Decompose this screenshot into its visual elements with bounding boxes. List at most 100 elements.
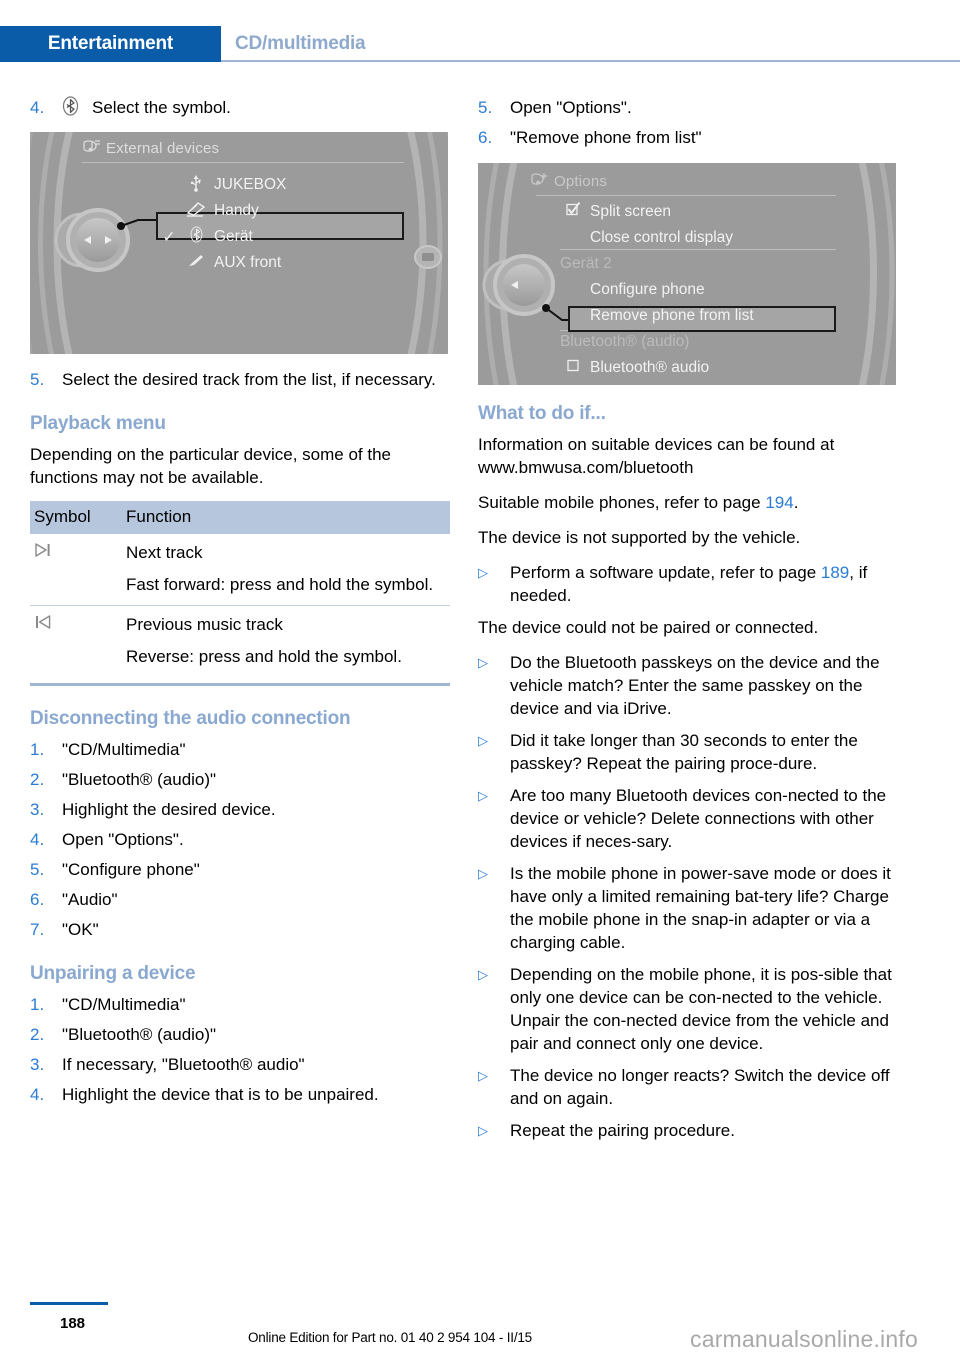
table-cell-function: Next track Fast forward: press and hold … [122,534,450,606]
what-to-do-para-2: Suitable mobile phones, refer to page 19… [478,491,898,514]
step-number: 1. [30,995,45,1014]
step-item: 6. "Remove phone from list" [478,126,898,149]
list-item-label: Configure phone [590,281,705,298]
function-line: Fast forward: press and hold the symbol. [126,575,434,594]
bullet-item: ▷ The device no longer reacts? Switch the… [478,1064,898,1110]
step-text: If necessary, "Bluetooth® audio" [62,1055,305,1074]
list-item-selected[interactable]: Remove phone from list [560,303,840,329]
step-number: 6. [478,128,493,147]
triangle-bullet-icon: ▷ [478,565,488,580]
bullet-text: Is the mobile phone in power-save mode o… [510,864,891,952]
next-track-icon [30,534,122,606]
step-text: Open "Options". [62,830,184,849]
what-to-do-bullet-list-2: ▷ Do the Bluetooth passkeys on the device… [478,651,898,1143]
step-number: 4. [30,830,45,849]
bullet-text: Depending on the mobile phone, it is pos… [510,965,892,1053]
step-text: "Bluetooth® (audio)" [62,1025,217,1044]
what-to-do-para-1: Information on suitable devices can be f… [478,435,835,477]
section-heading-unpairing: Unpairing a device [30,963,196,984]
list-item-label: Remove phone from list [590,307,754,324]
idrive-title: Options [554,173,608,190]
function-line: Next track [126,543,203,562]
previous-track-icon [30,606,122,678]
step-text: Highlight the device that is to be unpai… [62,1085,379,1104]
page-reference-link[interactable]: 189 [821,563,849,582]
step-item: 5. "Configure phone" [30,858,450,881]
list-item[interactable]: Close control display [560,225,840,251]
bullet-item: ▷ Did it take longer than 30 seconds to e… [478,729,898,775]
right-step-list: 5. Open "Options". 6. "Remove phone from l… [478,96,898,149]
list-item-label: Close control display [590,229,734,246]
step-item: 5. Open "Options". [478,96,898,119]
bullet-text: Repeat the pairing procedure. [510,1121,735,1140]
tab-cd-multimedia[interactable]: CD/multimedia [235,26,366,62]
list-group-text: Bluetooth® (audio) [560,333,690,350]
step-number: 5. [30,370,45,389]
step-text: Open "Options". [510,98,632,117]
step-item: 1. "CD/Multimedia" [30,738,450,761]
triangle-bullet-icon: ▷ [478,967,488,982]
header-divider [221,60,960,62]
function-line: Reverse: press and hold the symbol. [126,647,402,666]
list-item[interactable]: Split screen [560,199,840,225]
list-item-label: JUKEBOX [214,176,287,193]
triangle-bullet-icon: ▷ [478,788,488,803]
step-item: 4. Highlight the device that is to be unp… [30,1083,450,1106]
para2-post: . [793,493,799,512]
tab-entertainment[interactable]: Entertainment [0,26,221,62]
function-table: Symbol Function Next track Fast forward:… [30,501,450,677]
list-item[interactable]: AUX front [156,250,404,276]
list-group-label: Gerät 2 [560,251,840,277]
step-number: 5. [478,98,493,117]
list-item-selected[interactable]: ✓ Gerät [156,224,404,250]
list-item[interactable]: Handy [156,198,404,224]
list-group-text: Gerät 2 [560,255,612,272]
bluetooth-circle-icon [62,96,92,122]
list-item-label: Gerät [214,228,253,245]
idrive-menu-list: Split screen Close control display Gerät… [560,199,840,381]
right-column: 5. Open "Options". 6. "Remove phone from l… [478,96,898,1152]
list-item[interactable]: JUKEBOX [156,172,404,198]
list-item-label: Split screen [590,203,671,220]
watermark: carmanualsonline.info [690,1326,918,1352]
step-text: Highlight the desired device. [62,800,276,819]
step-text: Select the desired track from the list, … [62,370,436,389]
aux-plug-icon [182,253,210,274]
bullet-item: ▷ Repeat the pairing procedure. [478,1119,898,1143]
idrive-options-screenshot: Options Split screen Close control displ… [478,163,896,385]
step-number: 3. [30,1055,45,1074]
step-number: 7. [30,920,45,939]
triangle-bullet-icon: ▷ [478,1123,488,1138]
bullet-text: Are too many Bluetooth devices con-necte… [510,786,887,851]
table-bottom-rule [30,683,450,686]
empty-box-icon [560,359,586,377]
table-row: Previous music track Reverse: press and … [30,606,450,678]
phone-icon [182,201,210,222]
idrive-menu-list: JUKEBOX Handy ✓ Gerät AUX front [156,172,404,276]
page-number: 188 [60,1315,86,1332]
step-item: 3. Highlight the desired device. [30,798,450,821]
step-item: 5. Select the desired track from the lis… [30,368,450,391]
list-item[interactable]: Bluetooth® audio [560,355,840,381]
tab-entertainment-label: Entertainment [47,33,174,54]
page-reference-link[interactable]: 194 [765,493,793,512]
footer-rule [30,1302,108,1305]
table-header-symbol: Symbol [30,501,122,534]
bluetooth-icon [182,226,210,248]
check-mark: ✓ [162,228,176,246]
step-number: 3. [30,800,45,819]
bullet-item: ▷ Do the Bluetooth passkeys on the device… [478,651,898,720]
step-item: 2. "Bluetooth® (audio)" [30,1023,450,1046]
idrive-title: External devices [106,140,220,157]
list-item-label: Handy [214,202,259,219]
step-text: "CD/Multimedia" [62,995,186,1014]
step-text: "Bluetooth® (audio)" [62,770,217,789]
step-item: 3. If necessary, "Bluetooth® audio" [30,1053,450,1076]
triangle-bullet-icon: ▷ [478,1068,488,1083]
what-to-do-para-4: The device could not be paired or connec… [478,618,819,637]
bullet-text: The device no longer reacts? Switch the … [510,1066,890,1108]
step-number: 4. [30,1085,45,1104]
list-item[interactable]: Configure phone [560,277,840,303]
step-item: 2. "Bluetooth® (audio)" [30,768,450,791]
section-heading-disconnecting: Disconnecting the audio connection [30,708,351,729]
